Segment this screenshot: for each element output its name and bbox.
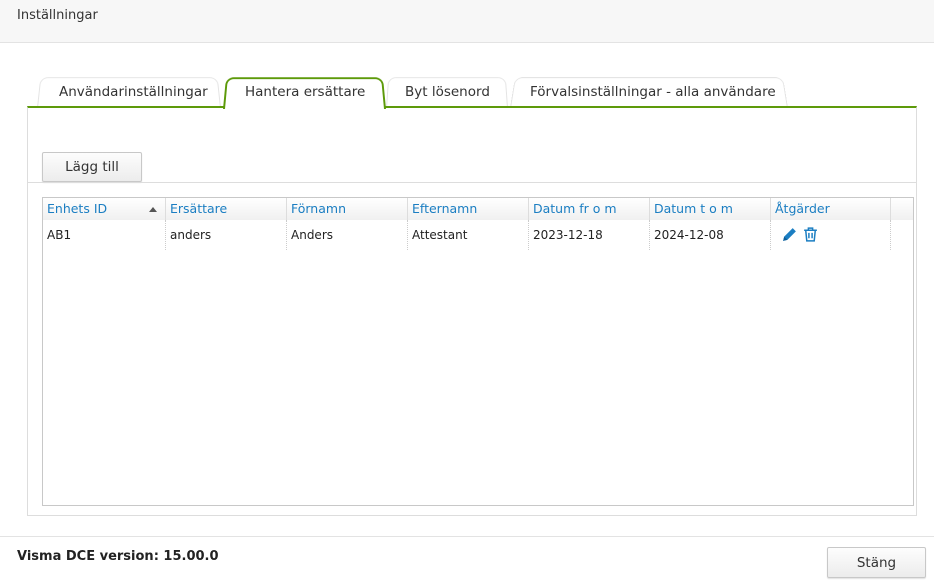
column-label: Enhets ID — [47, 201, 108, 216]
cell-datum-from: 2023-12-18 — [528, 220, 649, 250]
tab-hantera-ersattare[interactable] — [223, 77, 386, 109]
column-header-datum-tom[interactable]: Datum t o m — [649, 198, 770, 220]
cell-fornamn: Anders — [286, 220, 407, 250]
window-title: Inställningar — [17, 8, 98, 23]
sort-ascending-icon — [149, 207, 157, 212]
column-header-efternamn[interactable]: Efternamn — [407, 198, 528, 220]
add-button[interactable]: Lägg till — [42, 152, 142, 182]
close-button[interactable]: Stäng — [827, 547, 926, 578]
table-header: Enhets ID Ersättare Förnamn Efternamn Da… — [43, 198, 913, 220]
footer-divider — [0, 536, 934, 537]
title-bar: Inställningar — [0, 0, 934, 43]
divider — [28, 182, 916, 183]
column-header-fornamn[interactable]: Förnamn — [286, 198, 407, 220]
column-header-datum-from[interactable]: Datum fr o m — [528, 198, 649, 220]
edit-icon[interactable] — [781, 226, 798, 243]
column-header-ersattare[interactable]: Ersättare — [165, 198, 286, 220]
cell-ersattare: anders — [165, 220, 286, 250]
cell-actions — [770, 220, 890, 250]
substitutes-table: Enhets ID Ersättare Förnamn Efternamn Da… — [42, 197, 914, 506]
trash-icon[interactable] — [802, 226, 819, 243]
tab-anvandarinstallningar[interactable] — [37, 77, 221, 108]
cell-efternamn: Attestant — [407, 220, 528, 250]
version-label: Visma DCE version: 15.00.0 — [17, 549, 219, 564]
cell-datum-tom: 2024-12-08 — [649, 220, 770, 250]
tab-byt-losenord[interactable] — [386, 77, 508, 108]
column-header-filler — [890, 198, 913, 220]
column-header-atgarder: Åtgärder — [770, 198, 890, 220]
column-header-enhets-id[interactable]: Enhets ID — [43, 198, 165, 220]
tab-forvalsinstallningar[interactable] — [510, 77, 788, 108]
cell-enhets-id: AB1 — [47, 228, 72, 242]
cell-filler — [890, 220, 913, 250]
